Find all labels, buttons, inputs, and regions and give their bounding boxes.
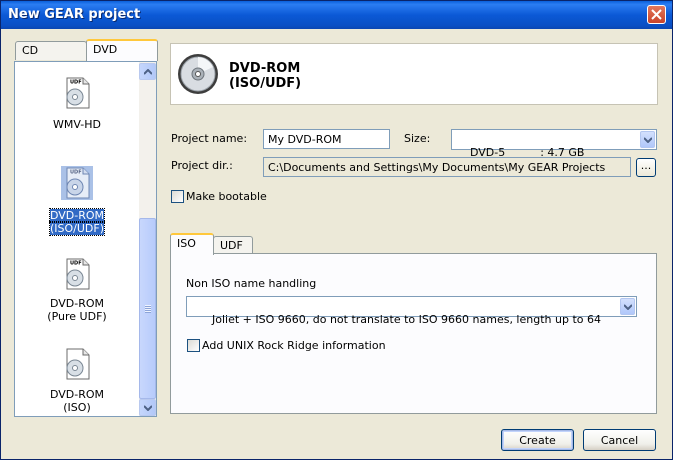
close-icon [651, 9, 662, 20]
scroll-down-button[interactable] [139, 399, 156, 416]
size-dropdown-button[interactable] [640, 131, 655, 148]
disc-document-icon: UDF [66, 77, 90, 109]
project-name-input[interactable] [263, 129, 390, 149]
non-iso-dropdown-button[interactable] [620, 298, 635, 315]
udf-badge: UDF [70, 170, 82, 176]
scroll-up-button[interactable] [139, 63, 156, 80]
tab-dvd-label: DVD [93, 43, 118, 56]
udf-badge: UDF [70, 80, 82, 86]
disc-document-icon [66, 348, 90, 380]
new-gear-project-dialog: New GEAR project CD DVD UDF WMV-HD UDF D… [0, 0, 673, 460]
dvd-disc-icon [178, 54, 218, 94]
list-item-label: DVD-ROM (ISO) [49, 388, 105, 414]
rock-ridge-label: Add UNIX Rock Ridge information [202, 339, 386, 352]
chevron-down-icon [644, 137, 652, 143]
chevron-down-icon [144, 405, 152, 411]
window-title: New GEAR project [8, 7, 141, 22]
project-dir-label: Project dir.: [171, 159, 233, 172]
tab-iso[interactable]: ISO [170, 233, 214, 255]
create-button[interactable]: Create [501, 429, 574, 451]
udf-badge: UDF [70, 261, 82, 267]
project-type-header: DVD-ROM (ISO/UDF) [170, 43, 658, 105]
list-item-label: DVD-ROM (ISO/UDF) [48, 208, 106, 236]
tab-cd-label: CD [22, 44, 39, 57]
list-item-dvd-rom-pure-udf[interactable]: UDF DVD-ROM (Pure UDF) [15, 257, 139, 327]
non-iso-name-select[interactable]: Joliet + ISO 9660, do not translate to I… [186, 296, 637, 326]
disc-document-icon: UDF [66, 258, 90, 290]
list-item-wmv-hd[interactable]: UDF WMV-HD [15, 76, 139, 136]
browse-button-label: ... [640, 159, 652, 172]
non-iso-name-value: Joliet + ISO 9660, do not translate to I… [211, 313, 601, 326]
grip-icon [145, 305, 151, 313]
browse-button[interactable]: ... [636, 158, 656, 177]
title-bar[interactable]: New GEAR project [1, 1, 672, 29]
non-iso-name-label: Non ISO name handling [186, 277, 317, 290]
tab-iso-label: ISO [177, 237, 196, 250]
list-item-dvd-rom-iso-udf[interactable]: UDF DVD-ROM (ISO/UDF) [15, 166, 139, 236]
rock-ridge-checkbox[interactable] [187, 339, 200, 352]
chevron-up-icon [144, 69, 152, 75]
scroll-thumb[interactable] [139, 218, 156, 399]
media-type-tabs: CD DVD [15, 39, 158, 61]
list-scrollbar[interactable] [139, 62, 156, 416]
project-name-label: Project name: [171, 132, 248, 145]
chevron-down-icon [624, 304, 632, 310]
tab-udf-label: UDF [220, 239, 243, 252]
list-item-dvd-rom-iso[interactable]: DVD-ROM (ISO) [15, 347, 139, 414]
tab-cd[interactable]: CD [15, 41, 87, 60]
iso-settings-panel: Non ISO name handling Joliet + ISO 9660,… [170, 253, 657, 414]
project-type-list[interactable]: UDF WMV-HD UDF DVD-ROM (ISO/UDF) UDF DVD… [14, 61, 157, 417]
disc-document-icon: UDF [61, 166, 93, 200]
make-bootable-checkbox[interactable] [171, 190, 184, 203]
close-button[interactable] [647, 5, 666, 24]
size-select[interactable]: DVD-5 : 4.7 GB [451, 129, 657, 159]
cancel-button-label: Cancel [600, 434, 639, 447]
list-item-label: WMV-HD [53, 118, 101, 131]
make-bootable-label: Make bootable [186, 190, 267, 203]
cancel-button[interactable]: Cancel [583, 429, 656, 451]
tab-dvd[interactable]: DVD [86, 39, 158, 61]
size-label: Size: [404, 132, 431, 145]
list-item-label: DVD-ROM (Pure UDF) [47, 297, 107, 323]
create-button-label: Create [519, 434, 556, 447]
page-title: DVD-ROM (ISO/UDF) [229, 61, 302, 91]
project-dir-field[interactable] [263, 157, 631, 177]
